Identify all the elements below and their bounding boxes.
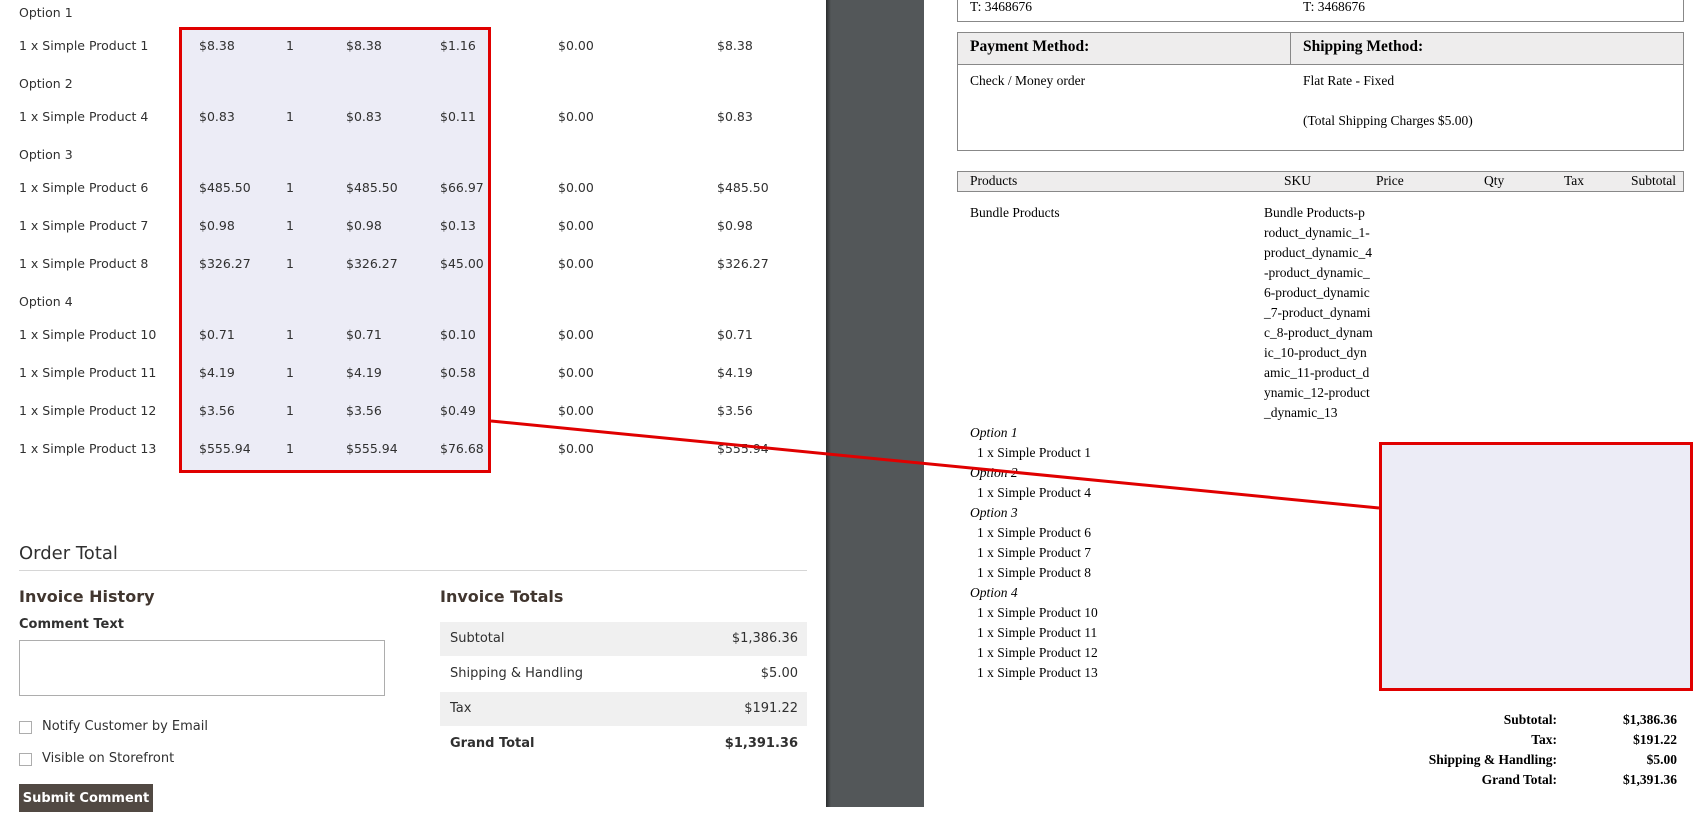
connector-line — [490, 419, 1380, 510]
annotation-connector — [490, 419, 1380, 510]
